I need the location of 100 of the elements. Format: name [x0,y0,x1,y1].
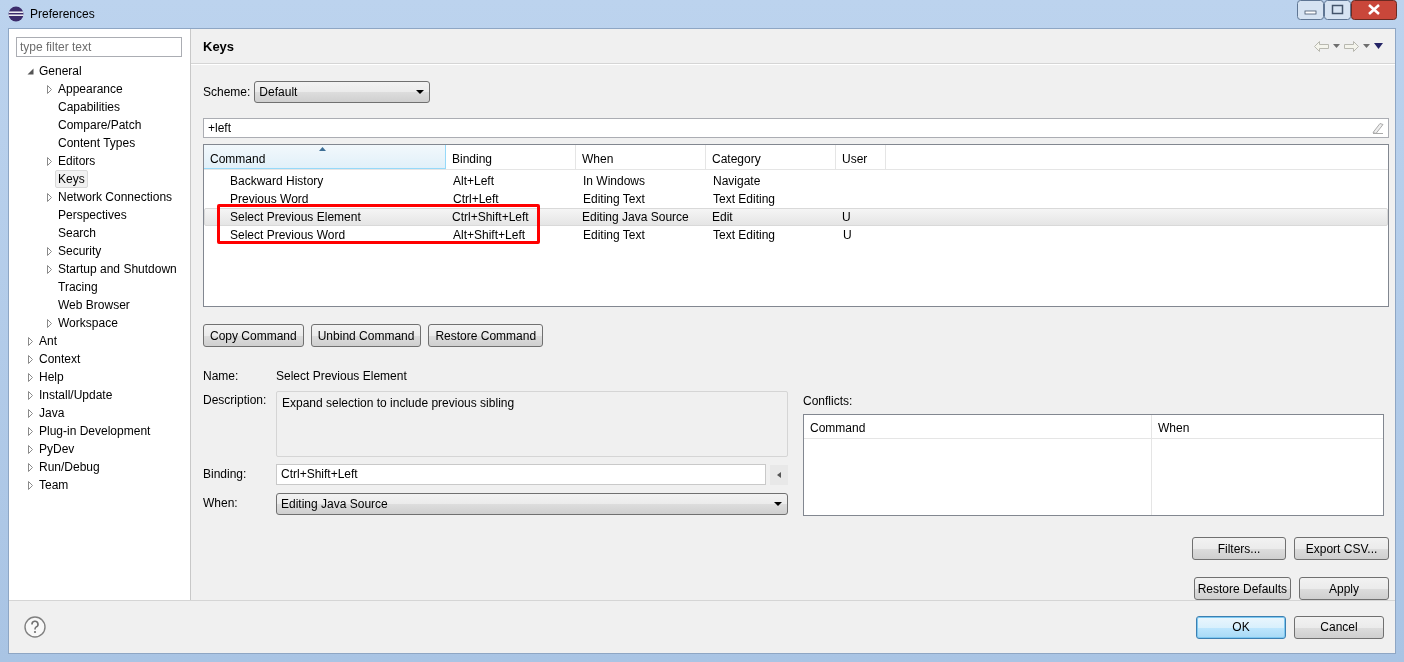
sort-ascending-icon [319,147,326,151]
tree-item[interactable]: PyDev [36,440,78,458]
table-row[interactable]: Select Previous Word Alt+Shift+Left Editing Text Text Editing U [205,226,1387,244]
tree-item[interactable]: Help [36,368,67,386]
table-cell-text: Edit [711,210,734,224]
column-header[interactable]: Command [804,415,1151,439]
table-cell-text: In Windows [582,174,647,188]
tree-item[interactable]: Perspectives [55,206,130,224]
table-cell-text: Editing Text [582,228,646,242]
when-dropdown[interactable]: Editing Java Source [276,492,788,515]
tree-item[interactable]: Plug-in Development [36,422,154,440]
collapsed-arrow-icon[interactable] [46,84,52,94]
collapsed-arrow-icon[interactable] [27,354,33,364]
tree-item[interactable]: Editors [55,152,99,170]
tree-item[interactable]: Appearance [55,80,126,98]
binding-field[interactable]: Ctrl+Shift+Left [276,464,766,485]
action-button[interactable]: Filters... [1192,537,1286,560]
collapsed-arrow-icon[interactable] [46,156,52,166]
name-label: Name: [203,369,240,383]
tree-item[interactable]: Workspace [55,314,121,332]
minimize-button[interactable] [1297,0,1324,20]
tree-item[interactable]: Capabilities [55,98,124,116]
collapsed-arrow-icon[interactable] [46,246,52,256]
collapsed-arrow-icon[interactable] [27,390,33,400]
tree-item[interactable]: Content Types [55,134,139,152]
tree-item[interactable]: Search [55,224,100,242]
command-button[interactable]: Restore Command [428,324,544,347]
page-title: Keys [203,38,235,54]
tree-item[interactable]: Ant [36,332,60,350]
action-button[interactable]: Restore Defaults [1193,577,1291,600]
collapsed-arrow-icon[interactable] [27,462,33,472]
column-header[interactable]: Command [204,145,446,169]
binding-menu-button[interactable] [770,464,788,485]
dialog-button[interactable]: OK [1196,615,1286,639]
action-button[interactable]: Export CSV... [1294,537,1389,560]
table-cell-text: Alt+Shift+Left [452,228,527,242]
table-cell-text: Select Previous Element [229,210,362,224]
filter-field[interactable]: +left [203,118,1389,138]
command-name: Select Previous Element [276,369,408,383]
description-box: Expand selection to include previous sibling [276,390,788,457]
collapsed-arrow-icon[interactable] [27,372,33,382]
tree-item[interactable]: Network Connections [55,188,176,206]
column-header[interactable]: When [1152,415,1383,439]
table-cell-text: Ctrl+Left [452,192,500,206]
collapsed-arrow-icon[interactable] [27,480,33,490]
table-cell-text: Editing Text [582,192,646,206]
tree-item[interactable]: Team [36,476,72,494]
description-label: Description: [203,391,268,407]
tree-item[interactable]: Java [36,404,68,422]
dropdown-caret-icon[interactable] [774,501,782,506]
table-row[interactable]: Select Previous Element Ctrl+Shift+Left Editing Java Source Edit U [204,208,1388,226]
close-button[interactable] [1351,0,1397,20]
collapsed-arrow-icon[interactable] [27,426,33,436]
window-title: Preferences [30,7,95,21]
tree-item[interactable]: General [36,62,85,80]
table-cell-text: Text Editing [712,192,777,206]
tree-item[interactable]: Security [55,242,105,260]
collapsed-arrow-icon[interactable] [27,336,33,346]
column-header[interactable]: When [576,145,706,169]
help-icon[interactable] [24,616,46,638]
collapsed-arrow-icon[interactable] [27,444,33,454]
collapsed-arrow-icon[interactable] [46,264,52,274]
tree-item[interactable]: Web Browser [55,296,133,314]
filter-field[interactable]: type filter text [16,37,182,57]
tree-item[interactable]: Install/Update [36,386,116,404]
expanded-arrow-icon[interactable] [26,67,34,75]
command-button[interactable]: Copy Command [203,324,304,347]
table-cell-text: Editing Java Source [581,210,690,224]
maximize-button[interactable] [1324,0,1351,20]
dropdown-caret-icon[interactable] [416,90,425,94]
table-row[interactable]: Previous Word Ctrl+Left Editing Text Text Editing [205,190,1387,208]
table-cell-text: Alt+Left [452,174,496,188]
scheme-dropdown[interactable]: Default [254,81,431,103]
tree-item[interactable]: Tracing [55,278,101,296]
conflicts-label: Conflicts: [803,394,854,408]
collapsed-arrow-icon[interactable] [46,318,52,328]
collapsed-arrow-icon[interactable] [27,408,33,418]
scheme-label: Scheme: [203,85,251,99]
tree-item[interactable]: Keys [55,170,88,188]
command-button[interactable]: Unbind Command [310,324,422,347]
tree-item[interactable]: Compare/Patch [55,116,145,134]
column-header[interactable]: Binding [446,145,576,169]
table-cell-text: Previous Word [229,192,310,206]
action-button[interactable]: Apply [1299,577,1389,600]
table-row[interactable]: Backward History Alt+Left In Windows Navigate [205,172,1387,190]
column-header[interactable]: User [836,145,886,169]
binding-label: Binding: [203,466,248,481]
tree-item[interactable]: Run/Debug [36,458,103,476]
column-header[interactable]: Category [706,145,836,169]
collapsed-arrow-icon[interactable] [46,192,52,202]
table-cell-text: Navigate [712,174,762,188]
clear-eraser-icon[interactable] [1372,122,1384,134]
table-cell-text: Ctrl+Shift+Left [451,210,530,224]
view-menu-icon[interactable] [1374,43,1383,49]
dialog-button[interactable]: Cancel [1294,615,1384,639]
when-label: When: [203,494,239,510]
table-cell-text: Select Previous Word [229,228,347,242]
table-cell-text: Backward History [229,174,325,188]
tree-item[interactable]: Context [36,350,84,368]
tree-item[interactable]: Startup and Shutdown [55,260,180,278]
